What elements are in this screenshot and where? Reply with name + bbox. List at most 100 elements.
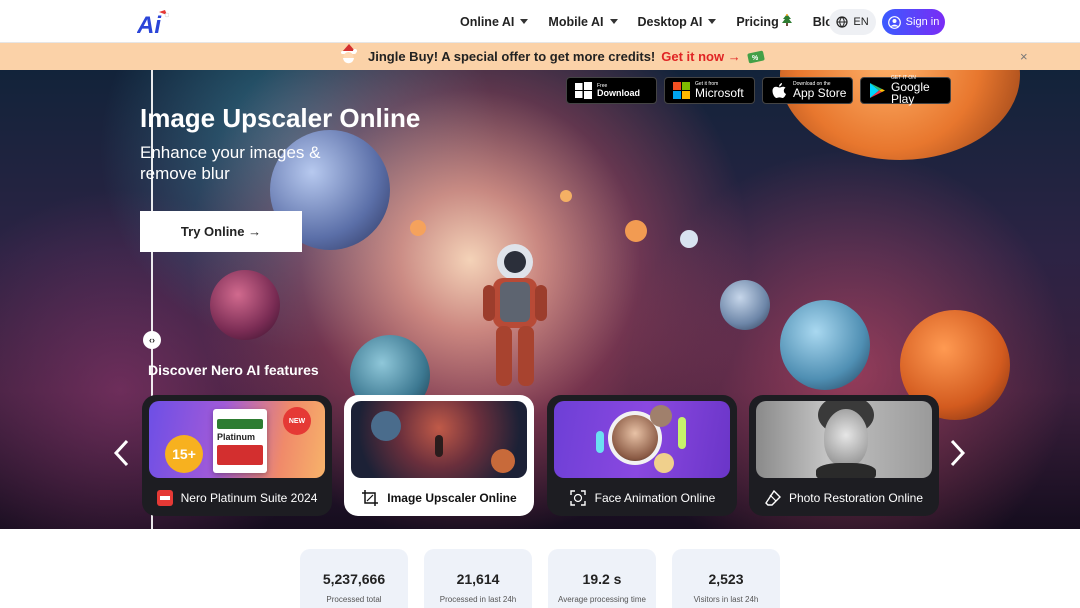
store-badge-big: Microsoft — [695, 86, 744, 100]
hero-subtitle: Enhance your images & remove blur — [140, 143, 321, 183]
stat-label: Average processing time — [558, 595, 646, 604]
chevron-down-icon — [520, 19, 529, 24]
count-badge: 15+ — [165, 435, 203, 473]
card-label: Image Upscaler Online — [344, 488, 534, 508]
nero-ai-logo[interactable]: Ai — [136, 9, 170, 39]
planet-decoration — [780, 300, 870, 390]
card-thumbnail — [351, 401, 527, 478]
nav-pricing-label: Pricing — [736, 14, 779, 29]
promo-link[interactable]: Get it now → — [661, 49, 740, 64]
try-online-button[interactable]: Try Online → — [140, 211, 302, 252]
store-badge-big: Google Play — [891, 80, 930, 106]
sign-in-button[interactable]: Sign in — [882, 9, 945, 35]
user-icon — [887, 15, 901, 29]
planet-decoration — [560, 190, 572, 202]
eraser-icon — [765, 490, 781, 506]
card-label: Nero Platinum Suite 2024 — [142, 488, 332, 508]
card-label: Face Animation Online — [547, 488, 737, 508]
store-badges: Free Download Get it from Microsoft Downlo… — [566, 76, 958, 106]
stat-card: 21,614 Processed in last 24h — [424, 549, 532, 608]
windows-icon — [575, 82, 592, 99]
feature-card-face-animation[interactable]: Face Animation Online — [547, 395, 737, 516]
hero-title: Image Upscaler Online — [140, 103, 421, 133]
feature-card-photo-restoration[interactable]: Photo Restoration Online — [749, 395, 939, 516]
ticket-icon: % — [747, 50, 765, 64]
page: Ai Online AI Mobile AI Desktop AI Pricin… — [0, 0, 1080, 608]
card-thumbnail: 15+ Platinum NEW — [149, 401, 325, 478]
stat-label: Visitors in last 24h — [693, 595, 759, 604]
stats-row: 5,237,666 Processed total 21,614 Process… — [300, 549, 796, 608]
sign-in-label: Sign in — [905, 16, 940, 28]
chevron-right-icon — [950, 439, 966, 467]
google-play-icon — [870, 83, 885, 98]
feature-card-image-upscaler[interactable]: Image Upscaler Online — [344, 395, 534, 516]
store-badge-windows[interactable]: Free Download — [566, 77, 657, 104]
planet-decoration — [210, 270, 280, 340]
carousel-next-button[interactable] — [947, 438, 967, 475]
count-badge-text: 15+ — [172, 446, 196, 462]
nav-links: Online AI Mobile AI Desktop AI Pricing B… — [460, 0, 860, 43]
card-label-text: Image Upscaler Online — [387, 491, 517, 505]
feature-card-nero-platinum[interactable]: 15+ Platinum NEW Nero Platinum Suite 202… — [142, 395, 332, 516]
chevron-down-icon — [609, 19, 618, 24]
store-badge-big: Download — [597, 87, 640, 98]
stat-card: 5,237,666 Processed total — [300, 549, 408, 608]
stat-card: 2,523 Visitors in last 24h — [672, 549, 780, 608]
card-label-text: Photo Restoration Online — [788, 491, 924, 505]
new-badge-text: NEW — [288, 417, 306, 425]
promo-text: Jingle Buy! A special offer to get more … — [368, 49, 656, 64]
stat-card: 19.2 s Average processing time — [548, 549, 656, 608]
new-badge: NEW — [283, 407, 311, 435]
stat-value: 19.2 s — [582, 571, 622, 587]
store-badge-microsoft[interactable]: Get it from Microsoft — [664, 77, 755, 104]
apple-icon — [772, 83, 786, 98]
card-label-text: Nero Platinum Suite 2024 — [180, 491, 318, 505]
close-icon[interactable]: × — [1020, 49, 1028, 64]
stat-label: Processed total — [326, 595, 382, 604]
top-navbar: Ai Online AI Mobile AI Desktop AI Pricin… — [0, 0, 1080, 43]
store-badge-google-play[interactable]: GET IT ON Google Play — [860, 76, 951, 106]
nav-mobile-ai[interactable]: Mobile AI — [548, 14, 618, 29]
santa-icon — [338, 43, 360, 70]
nav-pricing[interactable]: Pricing — [736, 13, 793, 30]
planet-decoration — [680, 230, 698, 248]
carousel-prev-button[interactable] — [112, 438, 132, 475]
chevron-left-icon — [113, 439, 129, 467]
planet-decoration — [625, 220, 647, 242]
stat-value: 2,523 — [708, 571, 744, 587]
tree-icon — [781, 13, 793, 30]
globe-icon — [836, 16, 848, 28]
nav-desktop-ai[interactable]: Desktop AI — [638, 15, 717, 29]
nav-desktop-ai-label: Desktop AI — [637, 14, 703, 29]
features-title: Discover Nero AI features — [148, 362, 319, 378]
product-box-label: Platinum — [217, 432, 256, 442]
microsoft-icon — [673, 82, 690, 99]
face-icon — [569, 489, 587, 507]
compare-handle[interactable]: ‹› — [143, 331, 161, 349]
svg-text:%: % — [752, 55, 759, 62]
language-selector[interactable]: EN — [829, 9, 876, 35]
store-badge-app-store[interactable]: Download on the App Store — [762, 77, 853, 104]
chevron-down-icon — [708, 19, 717, 24]
nav-online-ai-label: Online AI — [460, 14, 515, 29]
nav-online-ai[interactable]: Online AI — [460, 14, 529, 29]
card-label: Photo Restoration Online — [749, 488, 939, 508]
nero-logo-icon — [156, 490, 173, 506]
logo-text: Ai — [137, 12, 162, 35]
store-badge-big: App Store — [793, 86, 847, 100]
nav-mobile-ai-label: Mobile AI — [548, 14, 604, 29]
stat-value: 21,614 — [456, 571, 500, 587]
promo-banner: Jingle Buy! A special offer to get more … — [0, 43, 1080, 70]
card-thumbnail — [554, 401, 730, 478]
stat-value: 5,237,666 — [322, 571, 386, 587]
stat-label: Processed in last 24h — [439, 595, 517, 604]
crop-icon — [361, 489, 379, 507]
language-label: EN — [853, 16, 869, 28]
planet-decoration — [720, 280, 770, 330]
card-label-text: Face Animation Online — [594, 491, 716, 505]
product-box: Platinum — [213, 409, 267, 473]
planet-decoration — [410, 220, 426, 236]
astronaut-illustration — [483, 244, 547, 386]
card-thumbnail — [756, 401, 932, 478]
hero-section: ‹› Image Upscaler Online Enhance your im… — [0, 70, 1080, 529]
